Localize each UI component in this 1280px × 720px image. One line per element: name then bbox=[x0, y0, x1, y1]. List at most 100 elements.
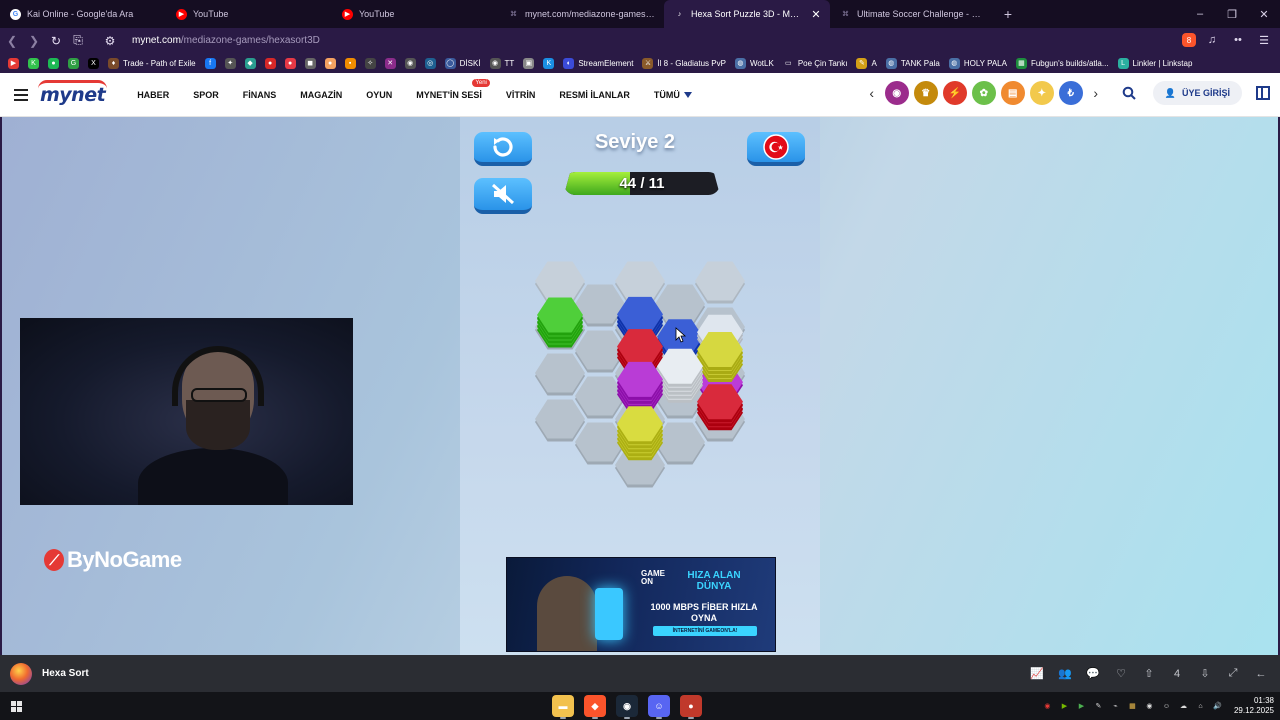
bookmark-item[interactable]: ● bbox=[263, 57, 278, 69]
windows-start-icon[interactable] bbox=[11, 700, 22, 712]
bookmark-item[interactable]: G bbox=[66, 57, 81, 69]
browser-tab[interactable]: ♪ Hexa Sort Puzzle 3D - Media ✕ bbox=[664, 0, 830, 28]
bookmark-item[interactable]: ◉ bbox=[403, 57, 418, 69]
bookmark-item[interactable]: ▶ bbox=[6, 57, 21, 69]
trophy-icon[interactable]: ♛ bbox=[913, 81, 938, 105]
bookmark-item[interactable]: ✕ bbox=[383, 57, 398, 69]
extensions-icon[interactable]: •• bbox=[1228, 30, 1248, 50]
nav-link[interactable]: TÜMÜ bbox=[642, 90, 704, 100]
podcast-icon[interactable]: ◉ bbox=[884, 81, 909, 105]
restore-button[interactable]: ❐ bbox=[1216, 0, 1248, 28]
bookmark-item[interactable]: ▦ Fubgun's builds/atla... bbox=[1014, 57, 1111, 69]
browser-tab[interactable]: ⌘ mynet.com/mediazone-games/all-g bbox=[498, 0, 664, 28]
hamburger-menu-icon[interactable] bbox=[14, 88, 28, 101]
minimize-button[interactable]: – bbox=[1184, 0, 1216, 28]
upvote-icon[interactable]: ⇧ bbox=[1142, 667, 1156, 680]
bookmark-item[interactable]: ◼ bbox=[303, 57, 318, 69]
bookmark-item[interactable]: ● bbox=[46, 57, 61, 69]
browser-tab[interactable]: ▶ YouTube bbox=[332, 0, 498, 28]
tray-pen-icon[interactable]: ✎ bbox=[1092, 701, 1105, 712]
back-button[interactable]: ❮ bbox=[2, 31, 22, 51]
bookmark-item[interactable]: ✧ bbox=[363, 57, 378, 69]
bookmark-item[interactable]: f bbox=[203, 57, 218, 69]
file-explorer-icon[interactable]: ▬ bbox=[552, 695, 574, 719]
tray-play-icon[interactable]: ▶ bbox=[1075, 701, 1088, 712]
tray-volume-icon[interactable]: 🔊 bbox=[1211, 701, 1224, 712]
browser-tab[interactable]: ⌘ Ultimate Soccer Challenge - Mediaz bbox=[830, 0, 996, 28]
nav-link[interactable]: RESMİ İLANLAR bbox=[547, 90, 642, 100]
tray-usb-icon[interactable]: ⌁ bbox=[1109, 701, 1122, 712]
clock[interactable]: 01:38 29.12.2025 bbox=[1234, 696, 1274, 716]
nav-link[interactable]: OYUN bbox=[354, 90, 404, 100]
chevron-right-icon[interactable]: › bbox=[1089, 85, 1103, 101]
nav-link[interactable]: MYNET'İN SESİ Yeni bbox=[404, 78, 494, 100]
stats-icon[interactable]: 📈 bbox=[1030, 667, 1044, 680]
bookmark-item[interactable]: ✎ A bbox=[854, 57, 878, 69]
game-frame[interactable]: Seviye 2 44 / 11 GAME ON HIZA ALAN DÜNYA… bbox=[460, 117, 820, 655]
tray-nvidia-icon[interactable]: ▶ bbox=[1058, 701, 1071, 712]
reload-button[interactable]: ↻ bbox=[46, 31, 66, 51]
bookmark-item[interactable]: ♦ Trade - Path of Exile bbox=[106, 57, 198, 69]
steam-icon[interactable]: ◉ bbox=[616, 695, 638, 719]
site-settings-icon[interactable]: ⚙ bbox=[100, 31, 120, 51]
grid-menu-icon[interactable] bbox=[1256, 86, 1270, 100]
forward-button[interactable]: ❯ bbox=[24, 31, 44, 51]
fullscreen-icon[interactable]: ⤢ bbox=[1226, 667, 1240, 680]
like-icon[interactable]: ♡ bbox=[1114, 667, 1128, 680]
bookmark-item[interactable]: ⚔ İl 8 - Gladiatus PvP bbox=[640, 57, 727, 69]
bookmark-item[interactable]: ◍ TANK Pala bbox=[884, 57, 942, 69]
login-button[interactable]: 👤 ÜYE GİRİŞİ bbox=[1152, 81, 1242, 105]
language-button[interactable] bbox=[747, 132, 805, 166]
bookmark-item[interactable]: ◉ TT bbox=[488, 57, 517, 69]
browser-tab[interactable]: ▶ YouTube bbox=[166, 0, 332, 28]
nav-link[interactable]: SPOR bbox=[181, 90, 231, 100]
new-tab-button[interactable]: + bbox=[996, 0, 1020, 28]
mute-button[interactable] bbox=[474, 178, 532, 214]
tray-app-icon[interactable]: ▦ bbox=[1126, 701, 1139, 712]
bookmark-item[interactable]: ✦ bbox=[223, 57, 238, 69]
bookmark-item[interactable]: L Linkler | Linkstap bbox=[1116, 57, 1195, 69]
bookmark-item[interactable]: ◆ bbox=[243, 57, 258, 69]
discord-icon[interactable]: ☺ bbox=[648, 695, 670, 719]
obs-icon[interactable]: ● bbox=[680, 695, 702, 719]
bookmark-item[interactable]: ◍ HOLY PALA bbox=[947, 57, 1009, 69]
nav-link[interactable]: FİNANS bbox=[231, 90, 289, 100]
nav-link[interactable]: HABER bbox=[125, 90, 181, 100]
bookmark-item[interactable]: ◯ DİSKİ bbox=[443, 57, 483, 69]
browser-tab[interactable]: G Kai Online - Google'da Ara bbox=[0, 0, 166, 28]
advertisement-banner[interactable]: GAME ON HIZA ALAN DÜNYA 1000 MBPS FİBER … bbox=[506, 557, 776, 652]
tray-discord-icon[interactable]: ☺ bbox=[1160, 701, 1173, 712]
nav-link[interactable]: MAGAZİN bbox=[288, 90, 354, 100]
bookmark-icon[interactable]: ⎘ bbox=[68, 31, 88, 51]
live-icon[interactable]: ▤ bbox=[1000, 81, 1025, 105]
media-icon[interactable]: ♫ bbox=[1202, 30, 1222, 50]
tray-chrome-icon[interactable]: ◉ bbox=[1041, 701, 1054, 712]
finance-icon[interactable]: ₺ bbox=[1058, 81, 1083, 105]
flash-icon[interactable]: ⚡ bbox=[942, 81, 967, 105]
close-window-button[interactable]: ✕ bbox=[1248, 0, 1280, 28]
brave-browser-icon[interactable]: ◆ bbox=[584, 695, 606, 719]
comments-icon[interactable]: 💬 bbox=[1086, 667, 1100, 680]
bookmark-item[interactable]: X bbox=[86, 57, 101, 69]
bookmark-item[interactable]: ● bbox=[283, 57, 298, 69]
close-tab-icon[interactable]: ✕ bbox=[810, 8, 822, 21]
chevron-left-icon[interactable]: ‹ bbox=[865, 85, 879, 101]
nav-link[interactable]: VİTRİN bbox=[494, 90, 548, 100]
bookmark-item[interactable]: K bbox=[26, 57, 41, 69]
bookmark-item[interactable]: ◍ WotLK bbox=[733, 57, 776, 69]
tray-network-icon[interactable]: ⌂ bbox=[1194, 701, 1207, 712]
bookmark-item[interactable]: ▭ Poe Çin Tankı bbox=[781, 57, 850, 69]
bookmark-item[interactable]: ◎ bbox=[423, 57, 438, 69]
url-field[interactable]: mynet.com/mediazone-games/hexasort3D bbox=[132, 35, 320, 46]
bookmark-item[interactable]: ▣ bbox=[521, 57, 536, 69]
gift-icon[interactable]: ✦ bbox=[1029, 81, 1054, 105]
bookmark-item[interactable]: K bbox=[541, 57, 556, 69]
tray-cloud-icon[interactable]: ☁ bbox=[1177, 701, 1190, 712]
mynet-logo[interactable]: mynet bbox=[37, 79, 108, 106]
tray-steam-icon[interactable]: ◉ bbox=[1143, 701, 1156, 712]
players-icon[interactable]: 👥 bbox=[1058, 667, 1072, 680]
back-arrow-icon[interactable]: ← bbox=[1254, 668, 1268, 680]
bookmark-item[interactable]: ▪ bbox=[343, 57, 358, 69]
bookmark-item[interactable]: ● bbox=[323, 57, 338, 69]
brave-shields-icon[interactable]: 8 bbox=[1182, 33, 1196, 47]
